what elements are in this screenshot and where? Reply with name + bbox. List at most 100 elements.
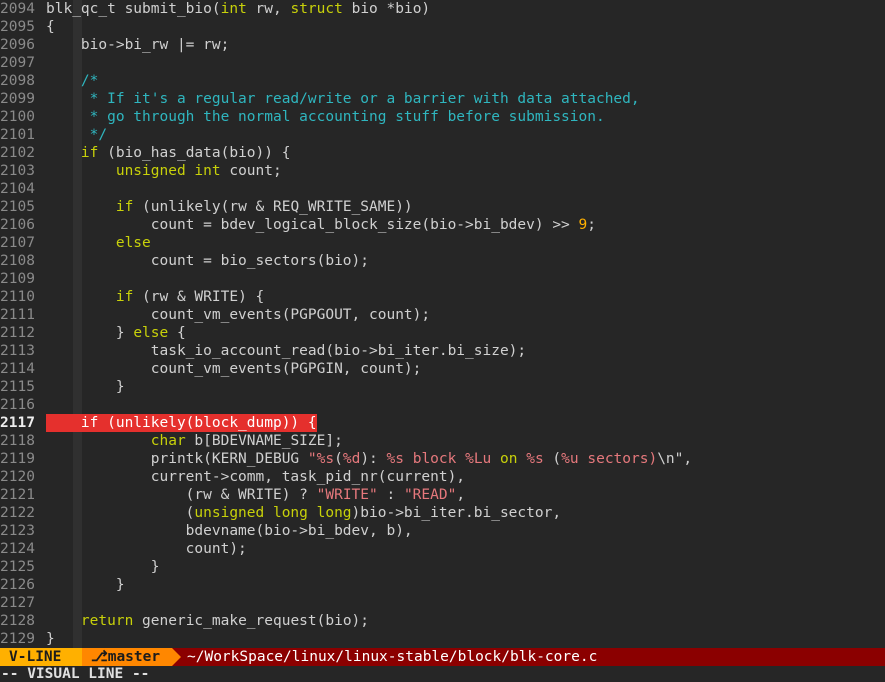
code-token: else [133, 325, 169, 341]
line-number: 2119 [0, 451, 35, 467]
code-line[interactable]: 2105 if (unlikely(rw & REQ_WRITE_SAME)) [0, 198, 885, 216]
code-line[interactable]: 2125 } [0, 558, 885, 576]
code-line[interactable]: 2104 [0, 180, 885, 198]
command-line[interactable]: -- VISUAL LINE -- [0, 666, 885, 682]
code-token: blk_qc_t submit_bio( [46, 1, 221, 17]
code-text: (unsigned long long)bio->bi_iter.bi_sect… [46, 504, 561, 522]
code-line[interactable]: 2096 bio->bi_rw |= rw; [0, 36, 885, 54]
code-token: ; [587, 217, 596, 233]
branch-separator-icon [172, 648, 181, 666]
code-line[interactable]: 2111 count_vm_events(PGPGOUT, count); [0, 306, 885, 324]
code-line[interactable]: 2099 * If it's a regular read/write or a… [0, 90, 885, 108]
code-token: } [46, 631, 55, 647]
code-token: generic_make_request(bio); [133, 613, 370, 629]
code-line[interactable]: 2114 count_vm_events(PGPGIN, count); [0, 360, 885, 378]
code-token: count); [46, 541, 247, 557]
line-number: 2107 [0, 235, 35, 251]
file-path: ~/WorkSpace/linux/linux-stable/block/blk… [187, 649, 598, 665]
line-number: 2097 [0, 55, 35, 71]
code-token: if [115, 199, 134, 215]
code-token: } [46, 325, 134, 341]
branch-name: master [107, 649, 161, 665]
code-line[interactable]: 2109 [0, 270, 885, 288]
code-token: } [46, 559, 160, 575]
line-number: 2115 [0, 379, 35, 395]
code-token: * go through the normal accounting stuff… [46, 109, 605, 125]
code-line[interactable]: 2121 (rw & WRITE) ? "WRITE" : "READ", [0, 486, 885, 504]
indent-guide [73, 630, 82, 648]
code-line[interactable]: 2103 unsigned int count; [0, 162, 885, 180]
code-token: count = bdev_logical_block_size(bio->bi_… [46, 217, 579, 233]
code-line[interactable]: 2115 } [0, 378, 885, 396]
code-token: } [46, 577, 125, 593]
indent-guide [73, 396, 82, 414]
code-line[interactable]: 2129} [0, 630, 885, 648]
code-line[interactable]: 2122 (unsigned long long)bio->bi_iter.bi… [0, 504, 885, 522]
line-number: 2118 [0, 433, 35, 449]
line-number: 2116 [0, 397, 35, 413]
code-line[interactable]: 2119 printk(KERN_DEBUG "%s(%d): %s block… [0, 450, 885, 468]
code-token: ( [334, 451, 343, 467]
code-token: current->comm, task_pid_nr(current), [46, 469, 466, 485]
code-editor[interactable]: 2094 blk_qc_t submit_bio(int rw, struct b… [0, 0, 885, 648]
code-line[interactable]: 2116 [0, 396, 885, 414]
code-token: (unlikely(rw & REQ_WRITE_SAME)) [133, 199, 413, 215]
line-number: 2098 [0, 73, 35, 89]
code-line[interactable]: 2107 else [0, 234, 885, 252]
code-token: : [377, 487, 404, 503]
indent-guide [73, 54, 82, 72]
indent-guide [73, 180, 82, 198]
code-token: count_vm_events(PGPGIN, count); [46, 361, 422, 377]
code-line[interactable]: 2098 /* [0, 72, 885, 90]
code-text: unsigned int count; [46, 162, 282, 180]
code-line[interactable]: 2102 if (bio_has_data(bio)) { [0, 144, 885, 162]
code-line[interactable]: 2118 char b[BDEVNAME_SIZE]; [0, 432, 885, 450]
code-text: count); [46, 540, 247, 558]
line-number: 2125 [0, 559, 35, 575]
code-token: " [307, 451, 317, 467]
code-token: ( [46, 505, 195, 521]
code-text: { [46, 18, 55, 36]
code-token: char [150, 433, 186, 449]
code-line[interactable]: 2101 */ [0, 126, 885, 144]
code-token: "WRITE" [316, 487, 378, 503]
code-line[interactable]: 2124 count); [0, 540, 885, 558]
code-text: * If it's a regular read/write or a barr… [46, 90, 640, 108]
code-line[interactable]: 2097 [0, 54, 885, 72]
code-line[interactable]: 2113 task_io_account_read(bio->bi_iter.b… [0, 342, 885, 360]
code-line[interactable]: 2094 blk_qc_t submit_bio(int rw, struct b… [0, 0, 885, 18]
code-text: */ [46, 126, 107, 144]
code-line[interactable]: 2100 * go through the normal accounting … [0, 108, 885, 126]
code-text: char b[BDEVNAME_SIZE]; [46, 432, 343, 450]
code-token: */ [46, 127, 108, 143]
line-number: 2114 [0, 361, 35, 377]
code-token: count = bio_sectors(bio); [46, 253, 370, 269]
code-line[interactable]: 2123 bdevname(bio->bi_bdev, b), [0, 522, 885, 540]
code-token: /* [46, 73, 99, 89]
code-text: } [46, 378, 125, 396]
code-line[interactable]: 2120 current->comm, task_pid_nr(current)… [0, 468, 885, 486]
code-line[interactable]: 2117 if (unlikely(block_dump)) { [0, 414, 885, 432]
code-line[interactable]: 2127 [0, 594, 885, 612]
code-line[interactable]: 2112 } else { [0, 324, 885, 342]
mode-indicator: V-LINE [0, 648, 82, 666]
code-line[interactable]: 2108 count = bio_sectors(bio); [0, 252, 885, 270]
indent-guide [73, 18, 82, 36]
code-line[interactable]: 2095 { [0, 18, 885, 36]
code-line[interactable]: 2126 } [0, 576, 885, 594]
code-token: %u [561, 451, 579, 467]
line-number: 2111 [0, 307, 35, 323]
code-text: count_vm_events(PGPGIN, count); [46, 360, 422, 378]
code-line[interactable]: 2110 if (rw & WRITE) { [0, 288, 885, 306]
code-line[interactable]: 2128 return generic_make_request(bio); [0, 612, 885, 630]
code-token: )bio->bi_iter.bi_sector, [351, 505, 562, 521]
line-number: 2110 [0, 289, 35, 305]
line-number: 2101 [0, 127, 35, 143]
code-line[interactable]: 2106 count = bdev_logical_block_size(bio… [0, 216, 885, 234]
code-token: else [115, 235, 151, 251]
line-number: 2106 [0, 217, 35, 233]
